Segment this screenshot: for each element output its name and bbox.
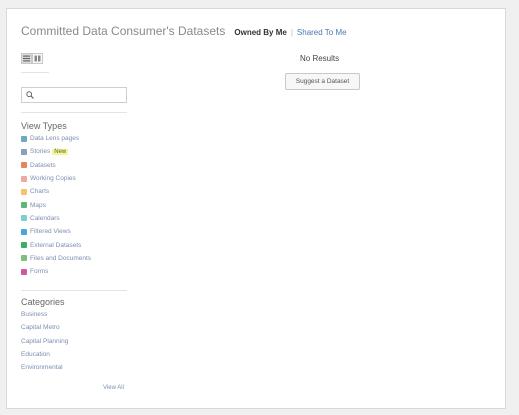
categories-title: Categories bbox=[21, 297, 65, 307]
datasets-panel: Committed Data Consumer's Datasets Owned… bbox=[6, 8, 506, 409]
view-type-external-datasets[interactable]: External Datasets bbox=[21, 238, 91, 251]
category-item[interactable]: Capital Planning bbox=[21, 335, 68, 348]
search-icon bbox=[26, 91, 34, 99]
suggest-dataset-button[interactable]: Suggest a Dataset bbox=[285, 73, 360, 90]
no-results-message: No Results bbox=[300, 54, 340, 63]
view-type-datasets[interactable]: Datasets bbox=[21, 159, 91, 172]
new-badge: New bbox=[52, 148, 69, 155]
search-input[interactable] bbox=[38, 89, 124, 101]
category-label: Education bbox=[21, 351, 50, 359]
categories-list: Business Capital Metro Capital Planning … bbox=[21, 308, 68, 374]
view-type-stories[interactable]: Stories New bbox=[21, 145, 91, 158]
search-field[interactable] bbox=[21, 87, 127, 103]
view-type-working-copies[interactable]: Working Copies bbox=[21, 172, 91, 185]
view-all-categories-link[interactable]: View All bbox=[103, 385, 124, 391]
external-datasets-icon bbox=[21, 242, 27, 249]
divider bbox=[21, 112, 127, 113]
filter-divider: | bbox=[290, 28, 293, 37]
category-label: Capital Metro bbox=[21, 324, 60, 332]
category-item[interactable]: Capital Metro bbox=[21, 321, 68, 334]
files-documents-icon bbox=[21, 255, 27, 262]
category-label: Capital Planning bbox=[21, 337, 69, 345]
view-type-label: Maps bbox=[30, 201, 46, 209]
view-type-label: Data Lens pages bbox=[30, 135, 80, 143]
view-type-charts[interactable]: Charts bbox=[21, 185, 91, 198]
forms-icon bbox=[21, 268, 27, 275]
calendars-icon bbox=[21, 215, 27, 222]
list-view-button[interactable] bbox=[21, 53, 32, 64]
view-type-label: Stories bbox=[30, 148, 51, 156]
filter-shared-to-me[interactable]: Shared To Me bbox=[297, 28, 347, 37]
view-mode-toggle bbox=[21, 53, 43, 64]
view-type-label: External Datasets bbox=[30, 241, 82, 249]
stories-icon bbox=[21, 148, 27, 155]
category-item[interactable]: Business bbox=[21, 308, 68, 321]
view-types-title: View Types bbox=[21, 121, 67, 131]
view-type-maps[interactable]: Maps bbox=[21, 198, 91, 211]
view-type-label: Working Copies bbox=[30, 175, 76, 183]
category-item[interactable]: Environmental bbox=[21, 361, 68, 374]
grid-view-icon bbox=[34, 55, 41, 62]
view-type-files-documents[interactable]: Files and Documents bbox=[21, 252, 91, 265]
page-title: Committed Data Consumer's Datasets bbox=[21, 24, 226, 38]
view-type-label: Files and Documents bbox=[30, 254, 92, 262]
data-lens-icon bbox=[21, 135, 27, 142]
view-type-label: Datasets bbox=[30, 161, 56, 169]
category-item[interactable]: Education bbox=[21, 348, 68, 361]
working-copies-icon bbox=[21, 175, 27, 182]
divider bbox=[21, 72, 49, 73]
view-type-label: Charts bbox=[30, 188, 50, 196]
view-types-list: Data Lens pages Stories New Datasets Wor… bbox=[21, 132, 91, 278]
maps-icon bbox=[21, 202, 27, 209]
charts-icon bbox=[21, 188, 27, 195]
page-header: Committed Data Consumer's Datasets Owned… bbox=[21, 24, 347, 38]
view-type-forms[interactable]: Forms bbox=[21, 265, 91, 278]
category-label: Business bbox=[21, 311, 48, 319]
datasets-icon bbox=[21, 162, 27, 169]
view-type-calendars[interactable]: Calendars bbox=[21, 212, 91, 225]
divider bbox=[21, 290, 127, 291]
category-label: Environmental bbox=[21, 364, 63, 372]
view-type-filtered-views[interactable]: Filtered Views bbox=[21, 225, 91, 238]
filter-owned-by-me[interactable]: Owned By Me bbox=[234, 28, 286, 37]
grid-view-button[interactable] bbox=[32, 53, 43, 64]
view-type-label: Filtered Views bbox=[30, 228, 71, 236]
list-view-icon bbox=[23, 55, 30, 62]
view-type-label: Calendars bbox=[30, 214, 60, 222]
view-type-label: Forms bbox=[30, 268, 49, 276]
filtered-views-icon bbox=[21, 228, 27, 235]
view-type-data-lens[interactable]: Data Lens pages bbox=[21, 132, 91, 145]
